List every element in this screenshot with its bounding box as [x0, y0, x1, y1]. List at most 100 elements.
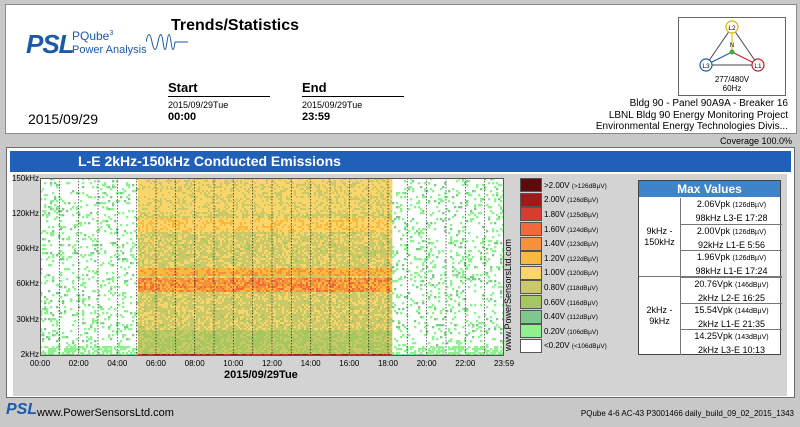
heatmap-cell [100, 222, 103, 225]
heatmap-cell [56, 254, 59, 257]
heatmap-cell [186, 276, 189, 279]
heatmap-cell [140, 218, 143, 221]
heatmap-cell [164, 346, 167, 349]
heatmap-cell [142, 188, 145, 191]
heatmap-cell [206, 210, 209, 213]
heatmap-cell [142, 284, 145, 287]
heatmap-cell [162, 340, 165, 343]
heatmap-cell [198, 212, 201, 215]
heatmap-cell [146, 232, 149, 235]
heatmap-cell [50, 232, 53, 235]
heatmap-cell [160, 324, 163, 327]
heatmap-cell [192, 220, 195, 223]
heatmap-cell [166, 282, 169, 285]
heatmap-cell [198, 268, 201, 271]
heatmap-cell [184, 346, 187, 349]
heatmap-cell [200, 256, 203, 259]
heatmap-cell [112, 208, 115, 211]
heatmap-cell [158, 214, 161, 217]
heatmap-cell [208, 340, 211, 343]
heatmap-cell [140, 234, 143, 237]
heatmap-cell [72, 350, 75, 353]
heatmap-cell [220, 184, 223, 187]
heatmap-cell [160, 280, 163, 283]
heatmap-cell [142, 320, 145, 323]
heatmap-cell [216, 316, 219, 319]
heatmap-cell [94, 248, 97, 251]
heatmap-cell [112, 264, 115, 267]
heatmap-cell [184, 278, 187, 281]
heatmap-cell [180, 230, 183, 233]
heatmap-cell [78, 346, 81, 349]
heatmap-cell [158, 324, 161, 327]
heatmap-cell [200, 280, 203, 283]
heatmap-cell [172, 306, 175, 309]
heatmap-cell [158, 294, 161, 297]
heatmap-cell [146, 256, 149, 259]
heatmap-cell [184, 210, 187, 213]
heatmap-cell [216, 350, 219, 353]
heatmap-cell [216, 270, 219, 273]
heatmap-cell [226, 188, 229, 191]
heatmap-cell [176, 288, 179, 291]
heatmap-cell [188, 180, 191, 183]
heatmap-cell [196, 202, 199, 205]
heatmap-cell [152, 188, 155, 191]
heatmap-cell [230, 258, 233, 261]
heatmap-cell [226, 192, 229, 195]
heatmap-cell [166, 276, 169, 279]
heatmap-cell [158, 260, 161, 263]
heatmap-cell [78, 278, 81, 281]
heatmap-cell [158, 242, 161, 245]
heatmap-cell [182, 192, 185, 195]
heatmap-cell [168, 220, 171, 223]
heatmap-cell [182, 228, 185, 231]
heatmap-cell [216, 246, 219, 249]
heatmap-cell [86, 274, 89, 277]
heatmap-cell [144, 196, 147, 199]
heatmap-cell [162, 332, 165, 335]
heatmap-cell [206, 306, 209, 309]
heatmap-cell [148, 180, 151, 183]
heatmap-cell [202, 224, 205, 227]
heatmap-cell [230, 186, 233, 189]
heatmap-cell [172, 280, 175, 283]
heatmap-cell [218, 260, 221, 263]
heatmap-cell [104, 184, 107, 187]
heatmap-cell [142, 246, 145, 249]
heatmap-cell [224, 298, 227, 301]
heatmap-cell [188, 250, 191, 253]
heatmap-cell [200, 340, 203, 343]
heatmap-cell [182, 298, 185, 301]
heatmap-cell [186, 204, 189, 207]
heatmap-cell [128, 346, 131, 349]
heatmap-cell [206, 330, 209, 333]
heatmap-cell [194, 256, 197, 259]
heatmap-cell [166, 300, 169, 303]
heatmap-cell [192, 290, 195, 293]
heatmap-cell [138, 192, 141, 195]
heatmap-cell [150, 258, 153, 261]
heatmap-cell [142, 288, 145, 291]
heatmap-cell [166, 270, 169, 273]
heatmap-cell [86, 336, 89, 339]
heatmap-cell [178, 244, 181, 247]
heatmap-cell [46, 220, 49, 223]
heatmap-cell [168, 208, 171, 211]
heatmap-cell [170, 336, 173, 339]
heatmap-cell [224, 216, 227, 219]
heatmap-cell [210, 212, 213, 215]
heatmap-cell [120, 348, 123, 351]
heatmap-cell [146, 308, 149, 311]
heatmap-cell [158, 350, 161, 353]
heatmap-cell [76, 314, 79, 317]
heatmap-cell [210, 326, 213, 329]
heatmap-cell [160, 242, 163, 245]
heatmap-cell [142, 236, 145, 239]
heatmap-cell [164, 194, 167, 197]
heatmap-cell [226, 294, 229, 297]
heatmap-cell [186, 254, 189, 257]
heatmap-cell [204, 188, 207, 191]
heatmap-cell [190, 324, 193, 327]
heatmap-cell [196, 188, 199, 191]
